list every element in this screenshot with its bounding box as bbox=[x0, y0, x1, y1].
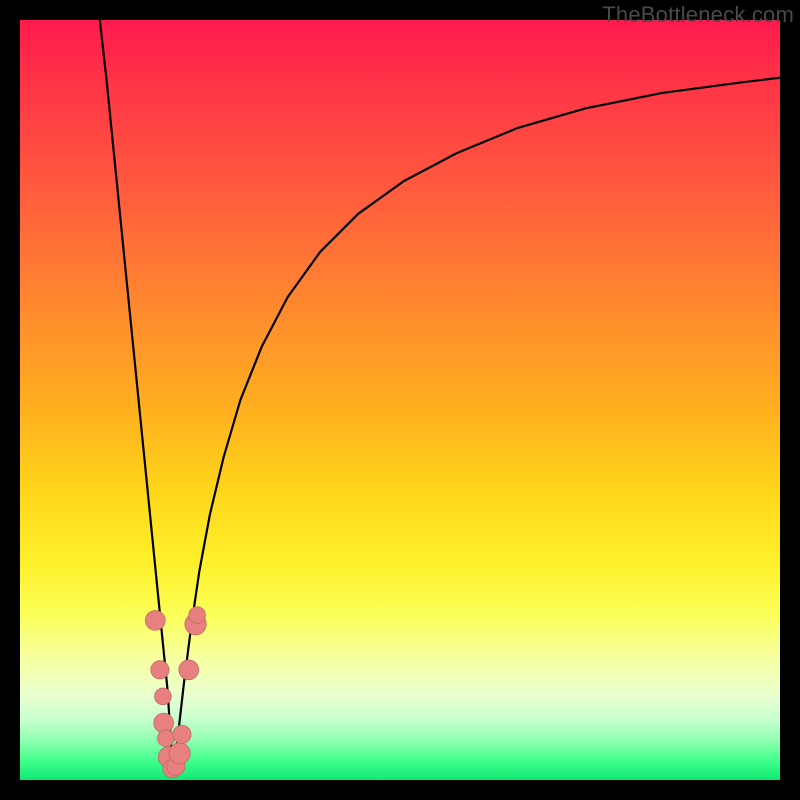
data-dot bbox=[155, 688, 172, 705]
bottleneck-curve bbox=[100, 20, 780, 776]
data-dot bbox=[169, 743, 190, 764]
data-dot bbox=[151, 661, 169, 679]
data-dot bbox=[145, 611, 165, 631]
data-dot bbox=[189, 607, 206, 624]
watermark-text: TheBottleneck.com bbox=[602, 2, 794, 28]
data-dots bbox=[145, 607, 206, 778]
outer-frame: TheBottleneck.com bbox=[0, 0, 800, 800]
plot-area bbox=[20, 20, 780, 780]
data-dot bbox=[179, 660, 199, 680]
data-dot bbox=[173, 725, 191, 743]
data-dot bbox=[158, 730, 175, 747]
curve-layer bbox=[20, 20, 780, 780]
